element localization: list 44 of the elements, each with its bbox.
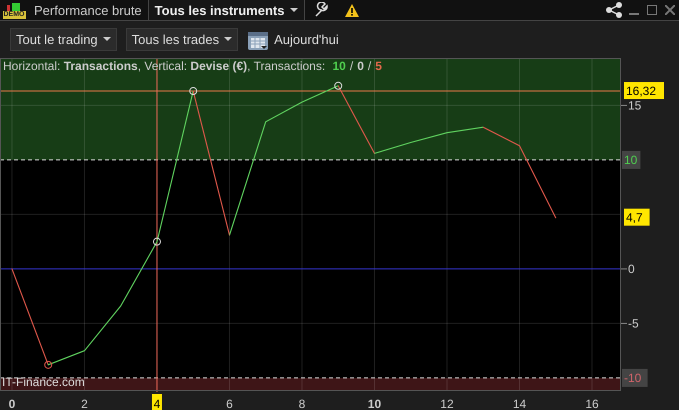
value-badge: 16,32: [624, 82, 664, 100]
threshold-badge: -10: [622, 368, 648, 387]
x-tick-label: 16: [585, 397, 599, 410]
point-marker: [334, 82, 342, 90]
trade-count: 5: [375, 59, 382, 73]
y-tick-label: -5: [628, 316, 639, 330]
date-label[interactable]: Aujourd'hui: [274, 32, 339, 47]
x-tick-label: 8: [298, 397, 306, 410]
filter-dropdown[interactable]: Tout le trading: [10, 28, 117, 51]
point-marker: [189, 87, 198, 96]
x-tick-label: 4: [154, 397, 161, 410]
count-separator: /: [350, 59, 354, 73]
warning-icon[interactable]: [345, 4, 360, 16]
trade-count: 10: [332, 59, 346, 73]
value-badge: 4,7: [624, 208, 650, 226]
ref-line-label: -10: [624, 370, 642, 385]
threshold-badge: 10: [622, 150, 640, 169]
x-tick-label: 2: [81, 397, 88, 410]
x-tick-label: 10: [368, 397, 382, 410]
caret-icon: [224, 37, 232, 42]
x-tick-label: 14: [512, 397, 526, 410]
trade-count: 0: [357, 59, 364, 73]
point-marker: [44, 360, 52, 369]
ref-line-label: 16,32: [626, 84, 656, 98]
y-tick-label: 0: [628, 262, 635, 276]
x-tick-label: 0: [8, 397, 16, 410]
point-marker: [152, 238, 161, 246]
x-tick-label: 12: [440, 397, 454, 410]
x-tick-highlight: 4: [152, 394, 162, 410]
y-tick-label: 15: [628, 98, 642, 112]
caret-icon[interactable]: [290, 8, 298, 12]
y-tick-label: 15: [620, 98, 642, 112]
count-separator: /: [368, 59, 372, 73]
maximize-icon[interactable]: [647, 5, 657, 15]
tab[interactable]: Tous les instruments: [148, 0, 306, 20]
y-tick-label: 0: [620, 262, 635, 276]
close-icon[interactable]: [665, 5, 675, 15]
source-label: IT-Finance.com: [2, 375, 85, 389]
y-tick-label: -5: [620, 316, 639, 330]
wrench-icon[interactable]: [313, 2, 330, 18]
share-icon[interactable]: [605, 2, 625, 18]
caret-icon: [102, 37, 111, 42]
filter-dropdown[interactable]: Tous les trades: [126, 28, 238, 51]
x-tick-label: 6: [226, 397, 233, 410]
